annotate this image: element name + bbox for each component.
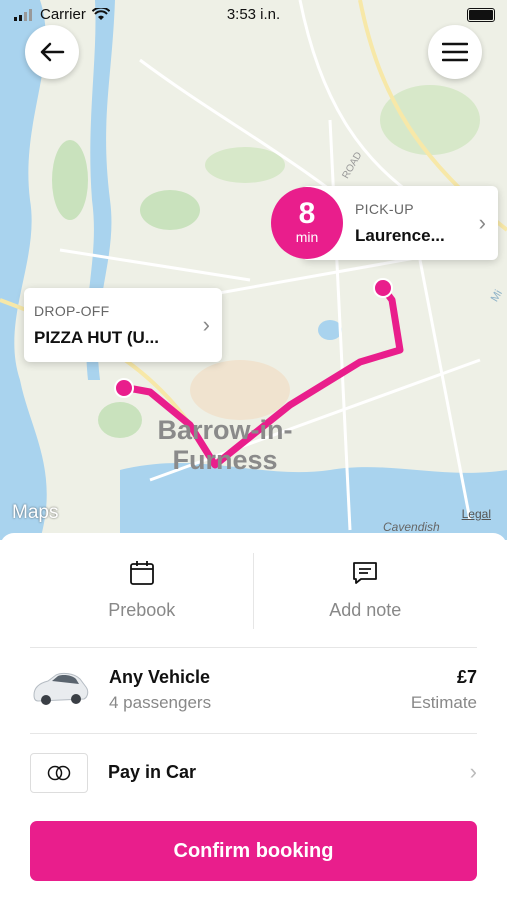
pickup-label: PICK-UP (355, 201, 414, 217)
street-label: Cavendish (383, 520, 440, 534)
fare-price: £7 (456, 667, 477, 687)
eta-value: 8 (298, 197, 316, 230)
chevron-right-icon: › (478, 210, 486, 235)
payment-card-icon (30, 753, 88, 793)
prebook-label: Prebook (108, 599, 176, 620)
vehicle-name: Any Vehicle (109, 667, 211, 687)
back-button[interactable] (25, 25, 79, 79)
eta-badge: 8 min (271, 187, 343, 259)
prebook-button[interactable]: Prebook (30, 533, 254, 647)
menu-button[interactable] (428, 25, 482, 79)
attribution-label: Maps (12, 502, 59, 523)
payment-row[interactable]: Pay in Car › (30, 733, 477, 813)
town-label-line2: Furness (172, 445, 278, 475)
chevron-right-icon: › (469, 759, 477, 784)
vehicle-row[interactable]: Any Vehicle 4 passengers £7 Estimate (30, 647, 477, 734)
status-time: 3:53 i.n. (226, 6, 281, 23)
map-view[interactable]: Barrow-in- Furness ROAD Mi Carrier 3:53 … (0, 0, 507, 540)
legal-link[interactable]: Legal (462, 507, 491, 521)
divider (253, 553, 254, 629)
hamburger-icon (442, 42, 468, 62)
confirm-booking-button[interactable]: Confirm booking (30, 821, 477, 881)
vehicle-passengers: 4 passengers (109, 693, 212, 712)
pickup-value: Laurence... (355, 226, 445, 245)
dropoff-callout[interactable]: DROP-OFF PIZZA HUT (U... › (24, 288, 222, 362)
fare-estimate-label: Estimate (410, 693, 477, 712)
maps-attribution: Maps (12, 502, 58, 524)
add-note-button[interactable]: Add note (254, 533, 478, 647)
town-label-line1: Barrow-in- (157, 415, 293, 445)
car-icon (33, 672, 89, 705)
eta-unit: min (295, 229, 319, 245)
payment-method: Pay in Car (108, 762, 197, 782)
add-note-label: Add note (329, 599, 402, 620)
chevron-right-icon: › (202, 312, 210, 337)
booking-sheet: Prebook Add note Any Vehicle 4 passenger… (0, 533, 507, 900)
dropoff-label: DROP-OFF (34, 303, 110, 319)
status-bar: Carrier 3:53 i.n. (0, 0, 507, 28)
message-icon (353, 561, 378, 584)
arrow-left-icon (40, 42, 65, 62)
cash-icon (47, 765, 71, 781)
dropoff-value: PIZZA HUT (U... (34, 328, 159, 347)
battery-icon (467, 8, 495, 22)
action-row: Prebook Add note (30, 533, 477, 648)
calendar-icon (129, 560, 154, 585)
town-label: Barrow-in- Furness (140, 415, 310, 475)
